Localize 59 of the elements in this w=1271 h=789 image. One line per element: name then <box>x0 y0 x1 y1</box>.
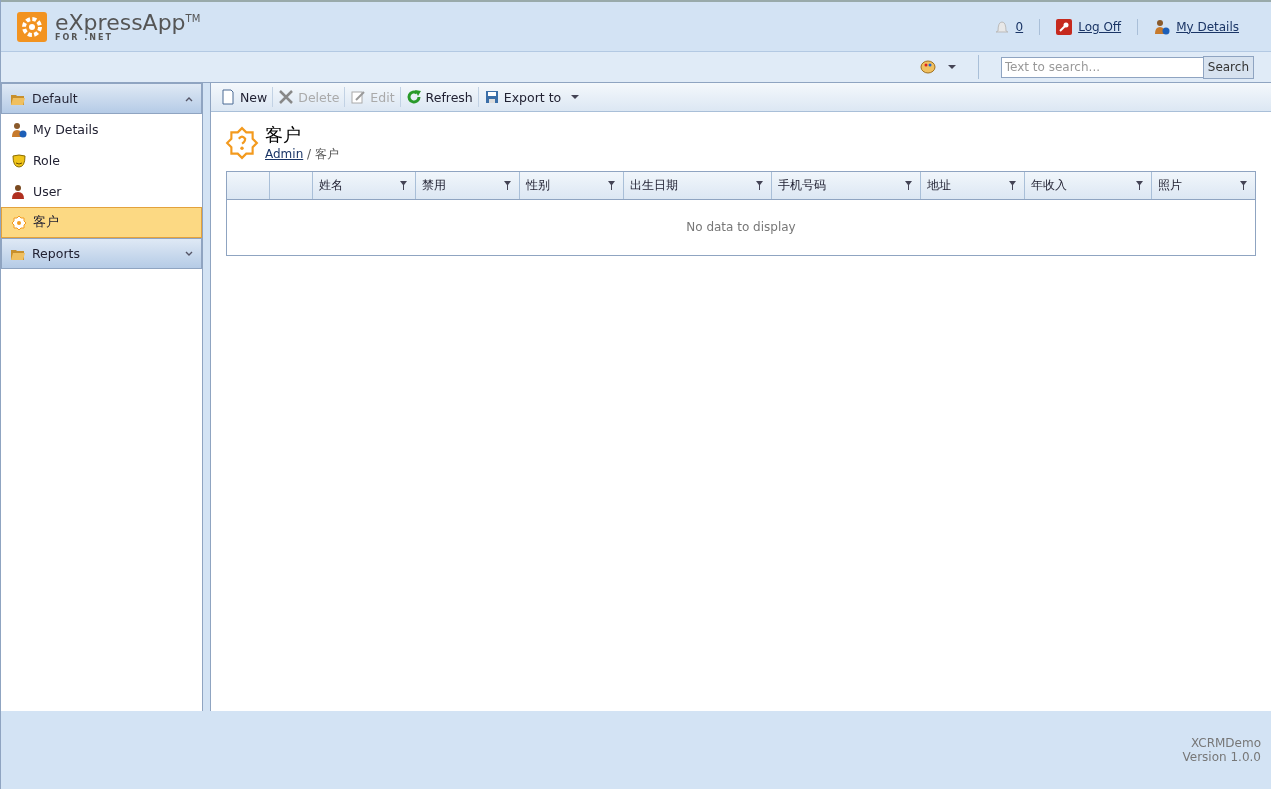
floppy-icon <box>483 89 500 105</box>
bell-icon <box>993 18 1010 35</box>
mask-icon <box>11 152 27 169</box>
app-name: XCRMDemo <box>1190 736 1261 750</box>
column-header[interactable]: 姓名 <box>313 171 416 199</box>
palette-icon[interactable] <box>919 59 936 75</box>
toolbar-button[interactable]: New <box>215 87 274 107</box>
logo-icon <box>17 11 47 42</box>
chevron-icon <box>185 250 193 257</box>
search-button[interactable]: Search <box>1202 55 1254 79</box>
key-icon <box>1056 18 1073 35</box>
filter-icon <box>1240 180 1247 190</box>
page-icon <box>220 89 236 105</box>
version-text: Version 1.0.0 <box>1182 750 1261 764</box>
column-header[interactable]: 地址 <box>921 171 1025 199</box>
column-header[interactable]: 年收入 <box>1025 171 1152 199</box>
gear-icon <box>11 214 27 231</box>
caret-icon[interactable] <box>947 65 956 69</box>
column-header[interactable]: 出生日期 <box>624 171 772 199</box>
notifications-link[interactable]: 0 <box>977 18 1040 35</box>
filter-icon <box>1136 180 1143 190</box>
column-header[interactable]: 性别 <box>520 171 624 199</box>
user-info-icon <box>11 121 27 138</box>
user-icon <box>11 183 27 200</box>
splitter[interactable] <box>203 83 211 711</box>
column-header[interactable]: 禁用 <box>416 171 520 199</box>
user-info-icon <box>1154 18 1171 35</box>
my-details-link[interactable]: My Details <box>1137 18 1255 35</box>
nav-group-header[interactable]: Default <box>1 83 202 114</box>
empty-message: No data to display <box>686 220 796 235</box>
column-header[interactable]: 照片 <box>1152 171 1255 199</box>
filter-icon <box>1009 180 1016 190</box>
filter-icon <box>905 180 912 190</box>
breadcrumb-link[interactable]: Admin <box>265 146 304 161</box>
nav-item[interactable]: User <box>1 176 202 207</box>
log-off-link[interactable]: Log Off <box>1039 18 1138 35</box>
filter-icon <box>608 180 615 190</box>
nav-item[interactable]: My Details <box>1 114 202 145</box>
column-header[interactable]: 手机号码 <box>772 171 921 199</box>
gear-icon <box>225 126 259 161</box>
logo-subtext: FOR .NET <box>55 33 113 42</box>
caret-icon <box>571 95 580 99</box>
breadcrumb-current: 客户 <box>314 146 339 161</box>
toolbar-button[interactable]: Refresh <box>400 87 479 107</box>
nav-item[interactable]: Role <box>1 145 202 176</box>
filter-icon <box>756 180 763 190</box>
refresh-icon <box>405 89 422 105</box>
cross-icon <box>278 89 295 105</box>
search-field[interactable]: Text to search... <box>1000 56 1203 78</box>
chevron-icon <box>185 95 193 102</box>
nav-group-header[interactable]: Reports <box>1 238 202 269</box>
view-title: 客户 <box>265 124 302 146</box>
logo-text: eXpressApp$^{TM}$ <box>55 11 201 34</box>
nav-item[interactable]: 客户 <box>1 207 202 238</box>
toolbar-button[interactable]: Export to <box>478 87 585 107</box>
breadcrumb-separator: / <box>307 146 312 161</box>
pencil-icon <box>350 89 367 105</box>
filter-icon <box>400 180 407 190</box>
filter-icon <box>504 180 511 190</box>
